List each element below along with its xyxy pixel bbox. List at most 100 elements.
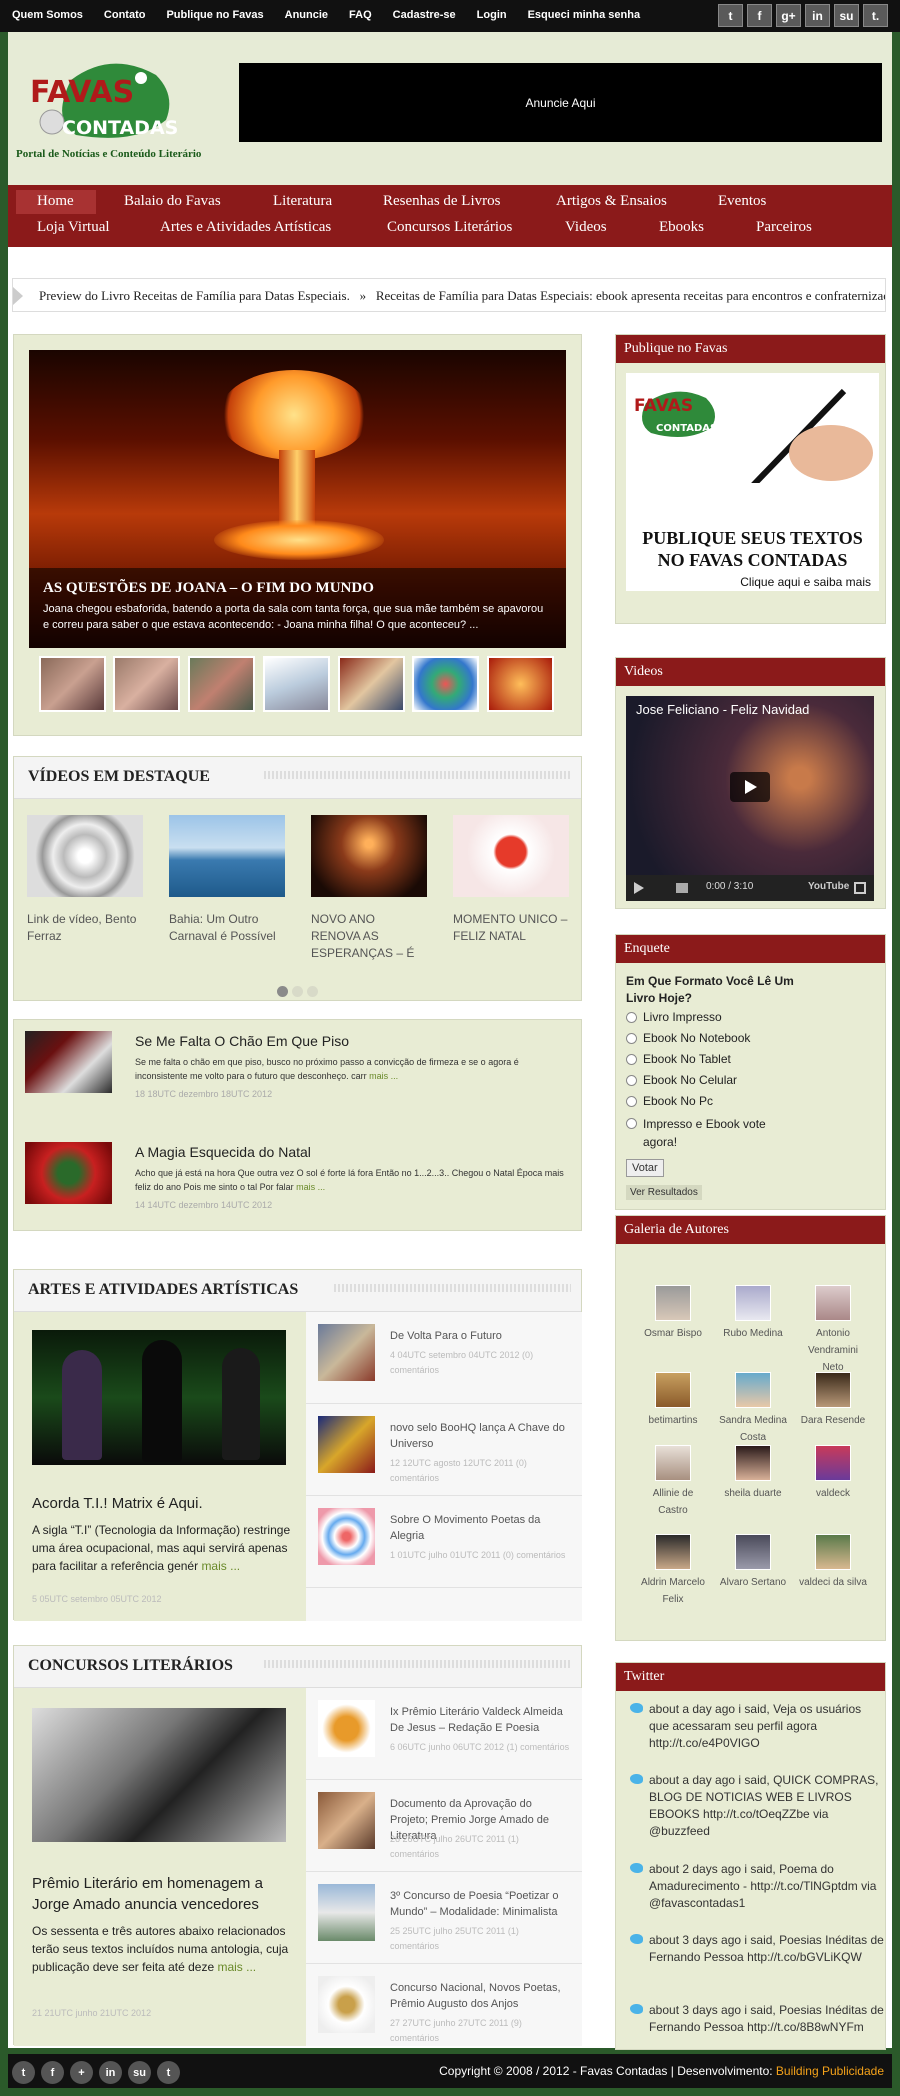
nav-resenhas[interactable]: Resenhas de Livros bbox=[383, 193, 500, 210]
author-name[interactable]: Dara Resende bbox=[801, 1415, 865, 1426]
video-item[interactable]: Bahia: Um Outro Carnaval é Possível bbox=[169, 815, 285, 963]
youtube-icon[interactable]: YouTube bbox=[808, 881, 849, 892]
radio-button[interactable] bbox=[626, 1074, 637, 1086]
slider-title[interactable]: AS QUESTÕES DE JOANA – O FIM DO MUNDO bbox=[43, 580, 552, 597]
ticker-item[interactable]: Receitas de Família para Datas Especiais… bbox=[376, 288, 885, 303]
top-link-faq[interactable]: FAQ bbox=[349, 9, 372, 21]
author-item[interactable]: Sandra Medina Costa bbox=[718, 1372, 788, 1446]
tweet-text[interactable]: about a day ago i said, Veja os usuários… bbox=[649, 1701, 884, 1752]
nav-balaio[interactable]: Balaio do Favas bbox=[124, 193, 221, 210]
carousel-dot[interactable] bbox=[292, 986, 303, 997]
video-thumb[interactable] bbox=[27, 815, 143, 897]
avatar[interactable] bbox=[735, 1372, 771, 1408]
list-item-image[interactable] bbox=[318, 1976, 375, 2033]
nav-concursos[interactable]: Concursos Literários bbox=[387, 219, 512, 236]
list-item[interactable]: Concurso Nacional, Novos Poetas, Prêmio … bbox=[306, 1964, 582, 2046]
poll-option[interactable]: Impresso e Ebook vote agora! bbox=[626, 1115, 776, 1151]
nav-home[interactable]: Home bbox=[37, 193, 74, 210]
radio-button[interactable] bbox=[626, 1118, 637, 1129]
twitter-icon[interactable]: t bbox=[12, 2061, 35, 2084]
list-item[interactable]: Sobre O Movimento Poetas da Alegria 1 01… bbox=[306, 1496, 582, 1588]
stumbleupon-icon[interactable]: su bbox=[834, 4, 859, 27]
author-item[interactable]: Antonio Vendramini Neto bbox=[798, 1285, 868, 1376]
avatar[interactable] bbox=[735, 1534, 771, 1570]
play-small-icon[interactable] bbox=[634, 882, 644, 894]
list-item-image[interactable] bbox=[318, 1884, 375, 1941]
google-plus-icon[interactable]: + bbox=[70, 2061, 93, 2084]
list-item[interactable]: Documento da Aprovação do Projeto; Premi… bbox=[306, 1780, 582, 1872]
list-item-title[interactable]: Concurso Nacional, Novos Poetas, Prêmio … bbox=[390, 1980, 570, 2012]
nav-ebooks[interactable]: Ebooks bbox=[659, 219, 704, 236]
carousel-dot[interactable] bbox=[307, 986, 318, 997]
list-item[interactable]: De Volta Para o Futuro 4 04UTC setembro … bbox=[306, 1312, 582, 1404]
video-thumb[interactable] bbox=[453, 815, 569, 897]
post-image[interactable] bbox=[25, 1031, 112, 1093]
artes-main-image[interactable] bbox=[32, 1330, 286, 1465]
vote-button[interactable]: Votar bbox=[626, 1159, 664, 1177]
video-caption[interactable]: MOMENTO UNICO – FELIZ NATAL bbox=[453, 911, 569, 963]
author-item[interactable]: Osmar Bispo bbox=[638, 1285, 708, 1342]
radio-button[interactable] bbox=[626, 1032, 637, 1044]
slider-thumb[interactable] bbox=[487, 656, 554, 712]
read-more-link[interactable]: mais ... bbox=[217, 1960, 256, 1974]
tweet-text[interactable]: about 3 days ago i said, Poesias Inédita… bbox=[649, 2002, 884, 2036]
nav-artes[interactable]: Artes e Atividades Artísticas bbox=[160, 219, 331, 236]
top-link-publique[interactable]: Publique no Favas bbox=[166, 9, 263, 21]
top-link-quem-somos[interactable]: Quem Somos bbox=[12, 9, 83, 21]
builder-link[interactable]: Building Publicidade bbox=[776, 2064, 884, 2078]
slider-thumb[interactable] bbox=[338, 656, 405, 712]
read-more-link[interactable]: mais ... bbox=[296, 1182, 325, 1192]
poll-option[interactable]: Livro Impresso bbox=[626, 1010, 722, 1024]
poll-option[interactable]: Ebook No Pc bbox=[626, 1094, 713, 1108]
tumblr-icon[interactable]: t. bbox=[863, 4, 888, 27]
author-item[interactable]: sheila duarte bbox=[718, 1445, 788, 1502]
facebook-icon[interactable]: f bbox=[41, 2061, 64, 2084]
list-item-title[interactable]: De Volta Para o Futuro bbox=[390, 1328, 570, 1344]
concursos-main-image[interactable] bbox=[32, 1708, 286, 1842]
list-item[interactable]: 3º Concurso de Poesia “Poetizar o Mundo”… bbox=[306, 1872, 582, 1964]
author-item[interactable]: valdeck bbox=[798, 1445, 868, 1502]
author-name[interactable]: Allinie de Castro bbox=[653, 1488, 694, 1516]
slider-thumb[interactable] bbox=[39, 656, 106, 712]
video-caption[interactable]: Link de vídeo, Bento Ferraz bbox=[27, 911, 143, 963]
avatar[interactable] bbox=[815, 1534, 851, 1570]
video-thumb[interactable] bbox=[169, 815, 285, 897]
publique-banner[interactable]: FAVAS CONTADAS PUBLIQUE SEUS TEXTOS NO F… bbox=[626, 373, 879, 591]
video-item[interactable]: NOVO ANO RENOVA AS ESPERANÇAS – É PRECIS… bbox=[311, 815, 427, 963]
concursos-main-title[interactable]: Prêmio Literário em homenagem a Jorge Am… bbox=[32, 1873, 296, 1915]
slider-thumb[interactable] bbox=[263, 656, 330, 712]
nav-parceiros[interactable]: Parceiros bbox=[756, 219, 812, 236]
list-item-title[interactable]: novo selo BooHQ lança A Chave do Univers… bbox=[390, 1420, 570, 1452]
radio-button[interactable] bbox=[626, 1011, 637, 1023]
slider-thumb[interactable] bbox=[412, 656, 479, 712]
ad-banner[interactable]: Anuncie Aqui bbox=[239, 63, 882, 142]
fullscreen-icon[interactable] bbox=[854, 882, 866, 894]
author-item[interactable]: valdeci da silva bbox=[798, 1534, 868, 1591]
volume-icon[interactable] bbox=[676, 883, 688, 893]
stumbleupon-icon[interactable]: su bbox=[128, 2061, 151, 2084]
poll-option[interactable]: Ebook No Tablet bbox=[626, 1052, 731, 1066]
nav-artigos[interactable]: Artigos & Ensaios bbox=[556, 193, 667, 210]
radio-button[interactable] bbox=[626, 1095, 637, 1107]
author-name[interactable]: Sandra Medina Costa bbox=[719, 1415, 787, 1443]
tumblr-icon[interactable]: t bbox=[157, 2061, 180, 2084]
post-image[interactable] bbox=[25, 1142, 112, 1204]
author-item[interactable]: Alvaro Sertano bbox=[718, 1534, 788, 1591]
avatar[interactable] bbox=[655, 1372, 691, 1408]
carousel-dot-active[interactable] bbox=[277, 986, 288, 997]
linkedin-icon[interactable]: in bbox=[805, 4, 830, 27]
avatar[interactable] bbox=[735, 1445, 771, 1481]
avatar[interactable] bbox=[655, 1285, 691, 1321]
list-item-image[interactable] bbox=[318, 1700, 375, 1757]
avatar[interactable] bbox=[815, 1372, 851, 1408]
twitter-icon[interactable]: t bbox=[718, 4, 743, 27]
post-title[interactable]: A Magia Esquecida do Natal bbox=[135, 1144, 311, 1160]
list-item-image[interactable] bbox=[318, 1792, 375, 1849]
author-name[interactable]: valdeck bbox=[816, 1488, 850, 1499]
author-item[interactable]: betimartins bbox=[638, 1372, 708, 1429]
avatar[interactable] bbox=[735, 1285, 771, 1321]
author-item[interactable]: Aldrin Marcelo Felix bbox=[638, 1534, 708, 1608]
view-results-button[interactable]: Ver Resultados bbox=[626, 1185, 702, 1200]
avatar[interactable] bbox=[655, 1534, 691, 1570]
author-item[interactable]: Rubo Medina bbox=[718, 1285, 788, 1342]
